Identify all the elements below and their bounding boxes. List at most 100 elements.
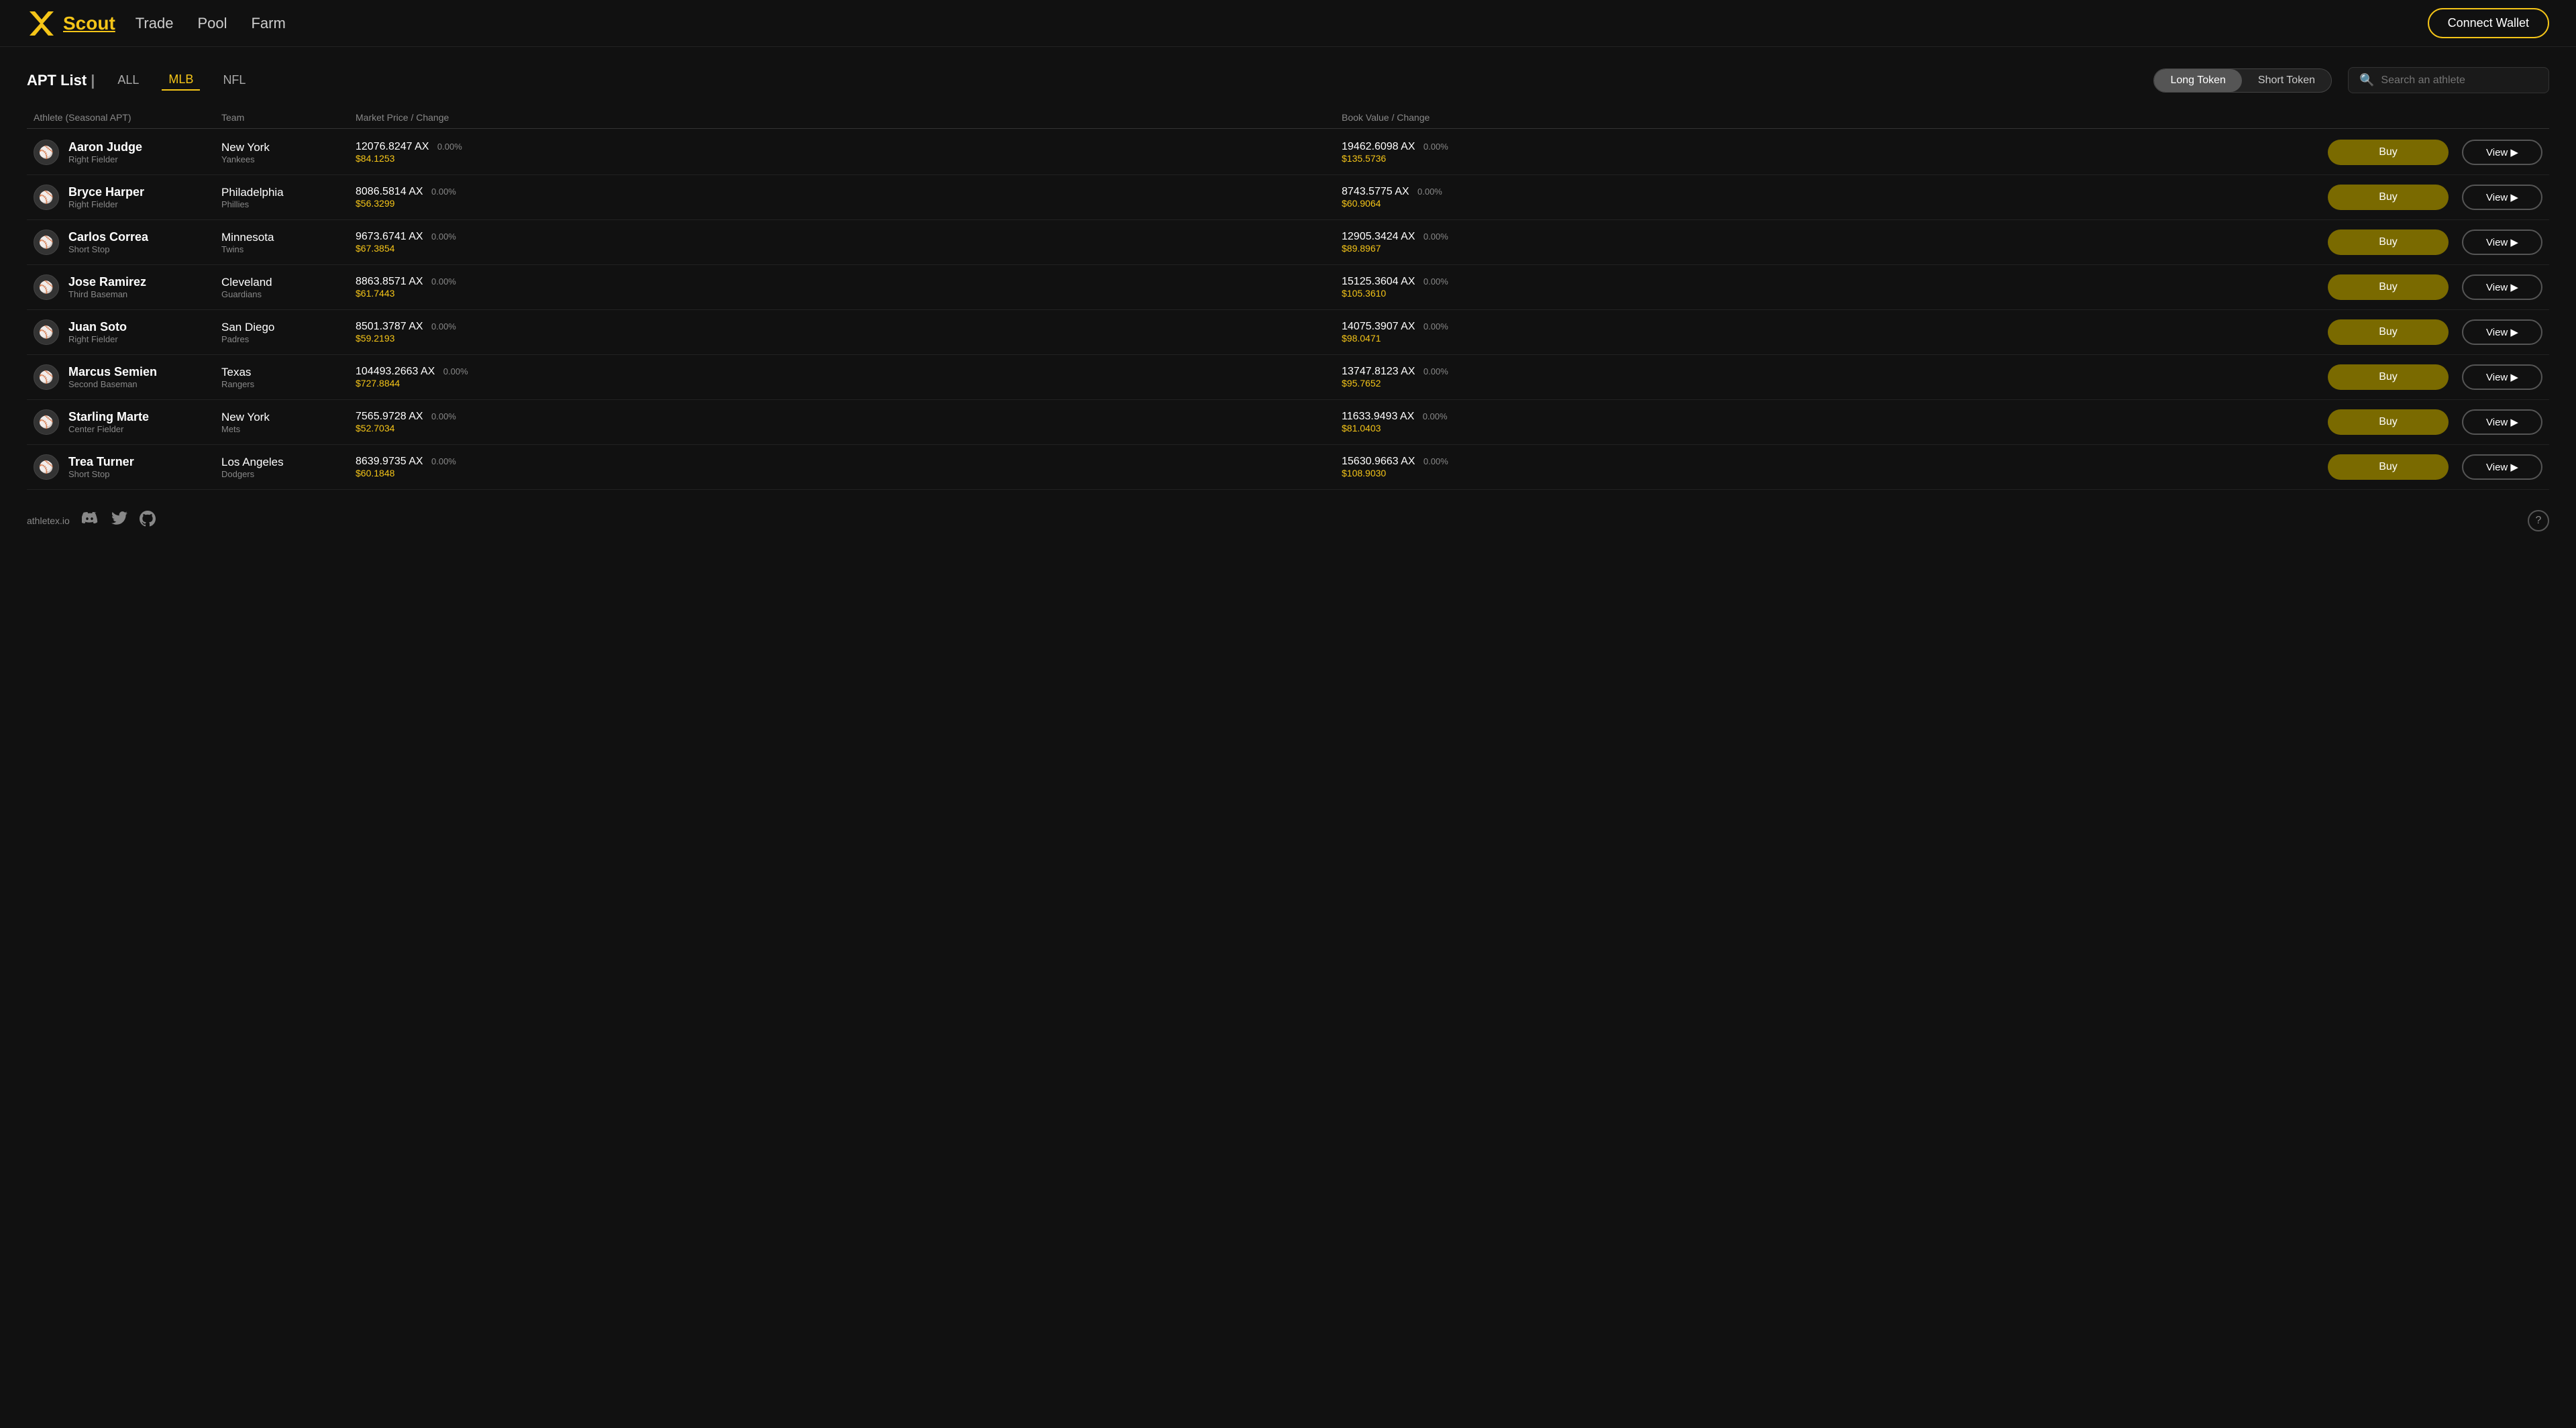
filter-all[interactable]: ALL (111, 70, 146, 90)
col-market-price: Market Price / Change (356, 112, 1342, 123)
athlete-name: Juan Soto (68, 320, 127, 334)
table-row: ⚾ Trea Turner Short Stop Los Angeles Dod… (27, 445, 2549, 490)
avatar: ⚾ (34, 185, 59, 210)
view-button[interactable]: View ▶ (2462, 364, 2542, 390)
market-price-cell: 9673.6741 AX 0.00% $67.3854 (356, 231, 1342, 254)
view-button[interactable]: View ▶ (2462, 185, 2542, 210)
buy-button[interactable]: Buy (2328, 454, 2449, 480)
col-book-value: Book Value / Change (1342, 112, 2328, 123)
discord-icon[interactable] (82, 511, 99, 530)
long-token-button[interactable]: Long Token (2154, 69, 2241, 92)
buy-button[interactable]: Buy (2328, 185, 2449, 210)
athlete-position: Right Fielder (68, 334, 127, 344)
market-price-cell: 8086.5814 AX 0.00% $56.3299 (356, 186, 1342, 209)
athlete-name: Bryce Harper (68, 185, 144, 199)
nav-trade[interactable]: Trade (136, 15, 174, 32)
buy-button[interactable]: Buy (2328, 409, 2449, 435)
athlete-info: ⚾ Starling Marte Center Fielder (34, 409, 221, 435)
team-info: Cleveland Guardians (221, 276, 356, 299)
market-price-cell: 8639.9735 AX 0.00% $60.1848 (356, 456, 1342, 478)
navbar: Scout Trade Pool Farm Connect Wallet (0, 0, 2576, 47)
book-value-cell: 19462.6098 AX 0.00% $135.5736 (1342, 141, 2328, 164)
footer-site: athletex.io (27, 515, 70, 526)
team-info: San Diego Padres (221, 321, 356, 344)
avatar: ⚾ (34, 319, 59, 345)
team-info: Minnesota Twins (221, 231, 356, 254)
search-input[interactable] (2381, 74, 2538, 87)
avatar: ⚾ (34, 140, 59, 165)
athlete-info: ⚾ Marcus Semien Second Baseman (34, 364, 221, 390)
table-row: ⚾ Jose Ramirez Third Baseman Cleveland G… (27, 265, 2549, 310)
athlete-info: ⚾ Jose Ramirez Third Baseman (34, 274, 221, 300)
buy-button[interactable]: Buy (2328, 364, 2449, 390)
book-value-cell: 15125.3604 AX 0.00% $105.3610 (1342, 276, 2328, 299)
buy-button[interactable]: Buy (2328, 319, 2449, 345)
avatar: ⚾ (34, 409, 59, 435)
filter-mlb[interactable]: MLB (162, 70, 200, 91)
github-icon[interactable] (140, 511, 156, 531)
view-button[interactable]: View ▶ (2462, 140, 2542, 165)
table-row: ⚾ Starling Marte Center Fielder New York… (27, 400, 2549, 445)
team-info: New York Yankees (221, 141, 356, 164)
search-icon: 🔍 (2359, 73, 2374, 87)
avatar: ⚾ (34, 274, 59, 300)
athlete-name: Starling Marte (68, 410, 149, 424)
athlete-name: Trea Turner (68, 455, 134, 469)
token-toggle: Long Token Short Token (2153, 68, 2332, 93)
col-buy (2328, 112, 2462, 123)
nav-scout-link[interactable]: Scout (63, 13, 115, 34)
book-value-cell: 13747.8123 AX 0.00% $95.7652 (1342, 366, 2328, 389)
twitter-icon[interactable] (111, 511, 127, 530)
athlete-position: Short Stop (68, 244, 148, 254)
apt-list-header: APT List | ALL MLB NFL Long Token Short … (27, 67, 2549, 93)
footer-left: athletex.io (27, 511, 156, 531)
avatar: ⚾ (34, 364, 59, 390)
market-price-cell: 12076.8247 AX 0.00% $84.1253 (356, 141, 1342, 164)
view-button[interactable]: View ▶ (2462, 230, 2542, 255)
athlete-position: Second Baseman (68, 379, 157, 389)
team-info: New York Mets (221, 411, 356, 434)
view-button[interactable]: View ▶ (2462, 454, 2542, 480)
help-button[interactable]: ? (2528, 510, 2549, 531)
market-price-cell: 104493.2663 AX 0.00% $727.8844 (356, 366, 1342, 389)
view-button[interactable]: View ▶ (2462, 274, 2542, 300)
nav-pool[interactable]: Pool (197, 15, 227, 32)
nav-farm[interactable]: Farm (251, 15, 285, 32)
connect-wallet-button[interactable]: Connect Wallet (2428, 8, 2549, 38)
athlete-info: ⚾ Carlos Correa Short Stop (34, 230, 221, 255)
athlete-info: ⚾ Juan Soto Right Fielder (34, 319, 221, 345)
athlete-position: Right Fielder (68, 199, 144, 209)
athlete-info: ⚾ Trea Turner Short Stop (34, 454, 221, 480)
athlete-position: Right Fielder (68, 154, 142, 164)
logo[interactable]: Scout (27, 9, 115, 38)
athlete-search-box[interactable]: 🔍 (2348, 67, 2549, 93)
athlete-info: ⚾ Bryce Harper Right Fielder (34, 185, 221, 210)
table-row: ⚾ Carlos Correa Short Stop Minnesota Twi… (27, 220, 2549, 265)
book-value-cell: 8743.5775 AX 0.00% $60.9064 (1342, 186, 2328, 209)
nav-links: Trade Pool Farm (136, 15, 2428, 32)
athlete-info: ⚾ Aaron Judge Right Fielder (34, 140, 221, 165)
book-value-cell: 11633.9493 AX 0.00% $81.0403 (1342, 411, 2328, 434)
athlete-name: Marcus Semien (68, 365, 157, 379)
col-athlete: Athlete (Seasonal APT) (34, 112, 221, 123)
athlete-position: Short Stop (68, 469, 134, 479)
buy-button[interactable]: Buy (2328, 230, 2449, 255)
filter-nfl[interactable]: NFL (216, 70, 252, 90)
table-body: ⚾ Aaron Judge Right Fielder New York Yan… (27, 130, 2549, 490)
view-button[interactable]: View ▶ (2462, 409, 2542, 435)
table-row: ⚾ Juan Soto Right Fielder San Diego Padr… (27, 310, 2549, 355)
book-value-cell: 12905.3424 AX 0.00% $89.8967 (1342, 231, 2328, 254)
buy-button[interactable]: Buy (2328, 140, 2449, 165)
team-info: Texas Rangers (221, 366, 356, 389)
apt-list-title: APT List | (27, 72, 95, 89)
buy-button[interactable]: Buy (2328, 274, 2449, 300)
short-token-button[interactable]: Short Token (2242, 69, 2331, 92)
view-button[interactable]: View ▶ (2462, 319, 2542, 345)
market-price-cell: 8501.3787 AX 0.00% $59.2193 (356, 321, 1342, 344)
athlete-name: Carlos Correa (68, 230, 148, 244)
logo-icon (27, 9, 56, 38)
col-team: Team (221, 112, 356, 123)
athlete-position: Third Baseman (68, 289, 146, 299)
table-header: Athlete (Seasonal APT) Team Market Price… (27, 107, 2549, 129)
avatar: ⚾ (34, 454, 59, 480)
